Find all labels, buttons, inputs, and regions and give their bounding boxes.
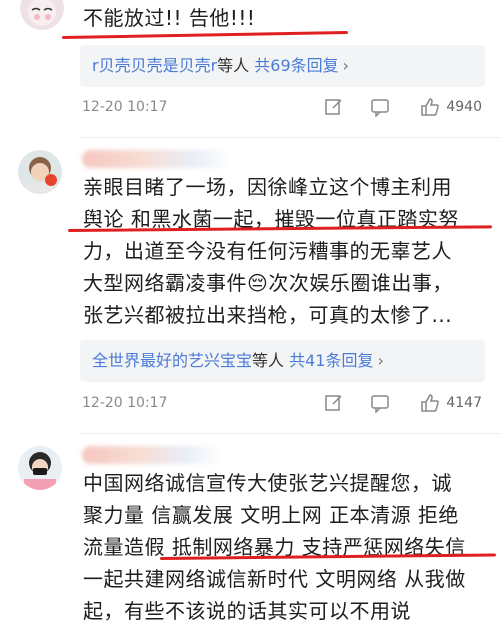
- avatar[interactable]: [20, 0, 64, 30]
- comment-line: 中国网络诚信宣传大使张艺兴提醒您，诚: [83, 471, 452, 495]
- comment-line: 不能放过!! 告他!!!: [83, 6, 256, 30]
- edit-icon[interactable]: [324, 97, 344, 121]
- comment-text: 亲眼目睹了一场，因徐峰立这个博主利用 舆论 和黑水菌一起，摧毁一位真正踏实努 力…: [83, 171, 488, 331]
- thumbs-up-icon[interactable]: [420, 393, 440, 417]
- avatar-image: [18, 446, 62, 490]
- blurred-username: [82, 150, 232, 168]
- divider: [80, 137, 500, 138]
- reply-user-link[interactable]: 全世界最好的艺兴宝宝: [92, 351, 252, 370]
- comment-text: 不能放过!! 告他!!!: [83, 2, 488, 34]
- chevron-right-icon: ›: [377, 351, 384, 370]
- comment-icon[interactable]: [370, 97, 390, 121]
- comment-meta: 12-20 10:17 4940: [80, 97, 490, 121]
- comment-line: 力，出道至今没有任何污糟事的无辜艺人: [83, 239, 452, 263]
- comment-line: 大型网络霸凌事件😔次次娱乐圈谁出事，: [83, 271, 453, 295]
- avatar-image: [20, 0, 64, 30]
- reply-user-link[interactable]: r贝壳贝壳是贝壳r: [92, 56, 217, 75]
- like-count: 4940: [446, 99, 482, 115]
- timestamp: 12-20 10:17: [82, 99, 168, 115]
- comment-line: 起，有些不该说的话其实可以不用说: [83, 599, 411, 623]
- edit-icon[interactable]: [324, 393, 344, 417]
- reply-count[interactable]: 共69条回复: [254, 56, 338, 75]
- comment-line: 亲眼目睹了一场，因徐峰立这个博主利用: [83, 175, 452, 199]
- reply-summary[interactable]: r贝壳贝壳是贝壳r等人 共69条回复 ›: [80, 45, 485, 87]
- reply-count[interactable]: 共41条回复: [289, 351, 373, 370]
- avatar[interactable]: [18, 446, 62, 490]
- chevron-right-icon: ›: [342, 56, 350, 75]
- comment-icon[interactable]: [370, 393, 390, 417]
- avatar-image: [18, 150, 62, 194]
- avatar[interactable]: [18, 150, 62, 194]
- reply-mid-text: 等人: [217, 56, 255, 75]
- blurred-username: [82, 446, 222, 464]
- thumbs-up-icon[interactable]: [420, 97, 440, 121]
- comment-text: 中国网络诚信宣传大使张艺兴提醒您，诚 聚力量 信赢发展 文明上网 正本清源 拒绝…: [83, 467, 488, 627]
- comment-line: 聚力量 信赢发展 文明上网 正本清源 拒绝: [83, 503, 459, 527]
- like-count: 4147: [446, 395, 482, 411]
- comment-line: 一起共建网络诚信新时代 文明网络 从我做: [83, 567, 466, 591]
- reply-mid-text: 等人: [252, 351, 290, 370]
- divider: [80, 433, 500, 434]
- comment-meta: 12-20 10:17 4147: [80, 393, 490, 417]
- comment-line: 张艺兴都被拉出来挡枪，可真的太惨了...: [83, 303, 453, 327]
- timestamp: 12-20 10:17: [82, 395, 168, 411]
- reply-summary[interactable]: 全世界最好的艺兴宝宝等人 共41条回复 ›: [80, 340, 485, 382]
